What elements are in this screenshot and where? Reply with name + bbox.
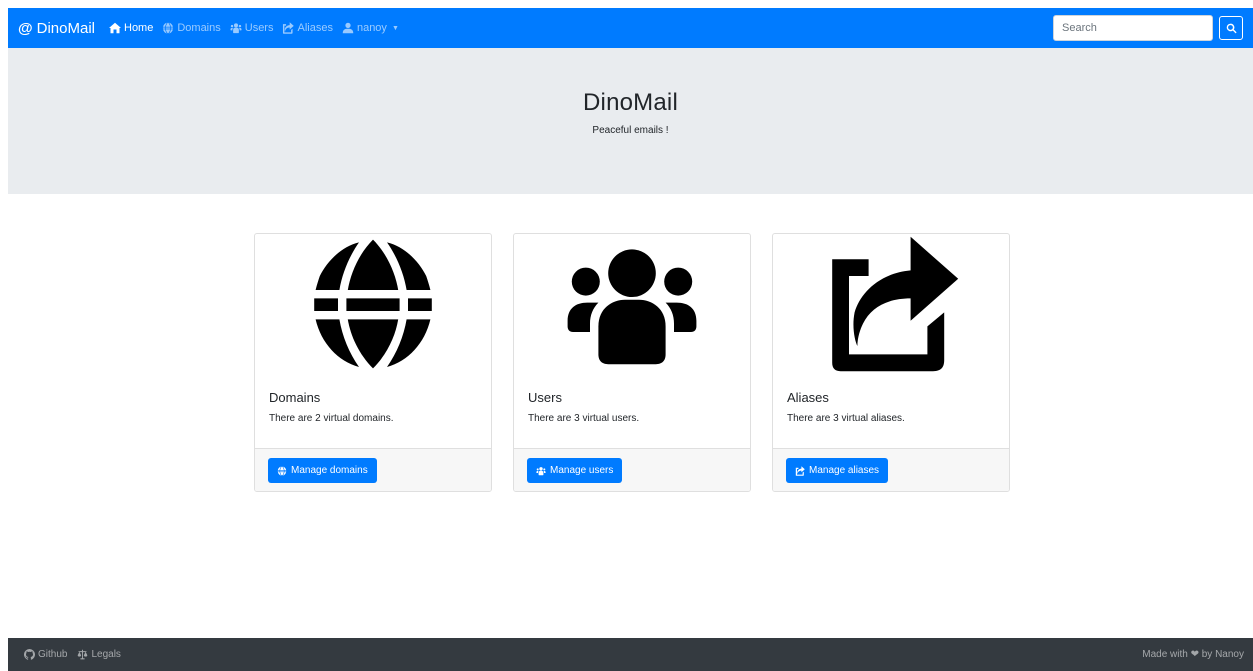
page-subtitle: Peaceful emails ! — [592, 125, 669, 136]
nav-home-label: Home — [124, 22, 154, 34]
card-deck: Domains There are 2 virtual domains. Man… — [254, 233, 1010, 492]
card-footer: Manage users — [514, 448, 750, 491]
card-footer: Manage domains — [255, 448, 491, 491]
page-title: DinoMail — [583, 89, 678, 116]
card-body: Domains There are 2 virtual domains. — [255, 374, 491, 424]
search-button[interactable] — [1219, 16, 1243, 40]
card-text: There are 2 virtual domains. — [269, 413, 394, 424]
users-icon — [536, 466, 546, 476]
manage-users-button[interactable]: Manage users — [527, 458, 623, 483]
nav-domains[interactable]: Domains — [162, 22, 221, 34]
made-with-text: Made with ❤ by Nanoy — [1142, 649, 1244, 660]
navbar: @ DinoMail Home Domains Users Aliases na… — [8, 8, 1253, 48]
home-icon — [109, 22, 121, 34]
github-link[interactable]: Github — [24, 649, 67, 660]
card-title: Aliases — [787, 390, 829, 405]
card-text: There are 3 virtual users. — [528, 413, 640, 424]
nav-user-label: nanoy — [356, 22, 387, 34]
button-label: Manage domains — [291, 465, 368, 476]
nav-aliases[interactable]: Aliases — [282, 22, 333, 34]
nav-aliases-label: Aliases — [297, 22, 333, 34]
card-footer: Manage aliases — [773, 448, 1009, 491]
button-label: Manage aliases — [809, 465, 880, 476]
balance-scale-icon — [78, 649, 88, 660]
card-title: Users — [528, 390, 562, 405]
nav-home[interactable]: Home — [109, 22, 153, 34]
github-label: Github — [38, 649, 68, 660]
globe-icon — [277, 466, 287, 476]
globe-icon — [303, 234, 443, 374]
nav-users[interactable]: Users — [230, 22, 274, 34]
aliases-card: Aliases There are 3 virtual aliases. Man… — [772, 233, 1010, 492]
github-icon — [24, 649, 35, 660]
card-image — [255, 234, 491, 374]
nav-users-label: Users — [244, 22, 274, 34]
search-form — [1053, 15, 1243, 41]
card-text: There are 3 virtual aliases. — [787, 413, 905, 424]
manage-domains-button[interactable]: Manage domains — [268, 458, 377, 483]
nav-domains-label: Domains — [177, 22, 221, 34]
users-icon — [230, 22, 242, 34]
card-body: Users There are 3 virtual users. — [514, 374, 750, 424]
button-label: Manage users — [550, 465, 614, 476]
card-image — [514, 234, 750, 374]
users-card: Users There are 3 virtual users. Manage … — [513, 233, 751, 492]
user-icon — [342, 22, 354, 34]
share-icon — [795, 466, 805, 476]
globe-icon — [162, 22, 174, 34]
at-icon: @ — [18, 19, 33, 37]
card-image — [773, 234, 1009, 374]
share-icon — [282, 22, 294, 34]
nav-user-dropdown[interactable]: nanoy ▼ — [342, 22, 399, 34]
domains-card: Domains There are 2 virtual domains. Man… — [254, 233, 492, 492]
brand-name: DinoMail — [36, 19, 95, 37]
share-icon — [821, 234, 961, 374]
card-body: Aliases There are 3 virtual aliases. — [773, 374, 1009, 424]
legals-link[interactable]: Legals — [77, 649, 121, 660]
search-icon — [1226, 23, 1237, 33]
caret-down-icon: ▼ — [391, 24, 399, 32]
legals-label: Legals — [91, 649, 121, 660]
users-icon — [562, 234, 702, 374]
brand-link[interactable]: @ DinoMail — [18, 20, 95, 37]
jumbotron: DinoMail Peaceful emails ! — [8, 48, 1253, 194]
manage-aliases-button[interactable]: Manage aliases — [786, 458, 889, 483]
footer: Github Legals Made with ❤ by Nanoy — [8, 638, 1253, 671]
search-input[interactable] — [1053, 15, 1213, 41]
card-title: Domains — [269, 390, 321, 405]
